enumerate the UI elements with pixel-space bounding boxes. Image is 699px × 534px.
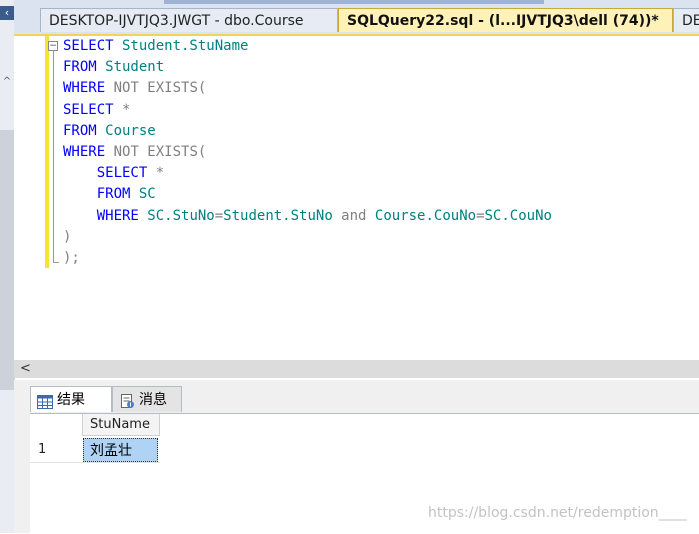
tab-messages[interactable]: 消息 — [112, 386, 182, 412]
code-token: WHERE — [63, 80, 106, 97]
tab-results-label: 结果 — [57, 392, 85, 408]
outline-end — [53, 262, 59, 263]
tab-results[interactable]: 结果 — [30, 386, 112, 412]
code-line[interactable]: WHERE NOT EXISTS( — [63, 142, 552, 163]
code-token: SC.CouNo — [484, 207, 552, 224]
change-indicator-bar — [45, 36, 49, 268]
code-token: Course.CouNo — [374, 207, 477, 224]
code-token: SELECT — [63, 101, 114, 118]
code-token: SELECT — [96, 165, 148, 182]
code-token: Student.StuName — [113, 38, 249, 54]
grid-cell-selected[interactable]: 刘孟壮 — [83, 438, 158, 462]
code-token: FROM — [96, 186, 131, 203]
code-token: * — [147, 165, 165, 182]
watermark: https://blog.csdn.net/redemption____ — [428, 505, 687, 521]
code-token: * — [113, 101, 131, 118]
code-token: NOT EXISTS( — [105, 143, 207, 160]
tab-label: DESK — [682, 13, 699, 29]
row-divider — [30, 462, 160, 463]
tab-bar-accent — [164, 0, 544, 4]
sql-editor[interactable]: − SELECT Student.StuName FROM Student WHER… — [14, 36, 699, 360]
code-token: FROM — [63, 59, 97, 76]
code-token: NOT EXISTS( — [105, 80, 207, 97]
outline-line — [53, 51, 54, 262]
code-token: WHERE — [63, 143, 106, 160]
collapse-icon[interactable]: − — [48, 41, 58, 51]
tab-sqlquery22[interactable]: SQLQuery22.sql - (l...IJVTJQ3\dell (74))… — [338, 8, 673, 32]
code-token: Course — [96, 122, 156, 139]
code-line[interactable]: FROM Course — [63, 121, 552, 142]
document-tab-bar: DESKTOP-IJVTJQ3.JWGT - dbo.Course SQLQue… — [14, 0, 699, 36]
chevron-left-icon[interactable]: ‹ — [0, 6, 14, 20]
code-line[interactable]: SELECT * — [63, 163, 552, 184]
tab-desktop-truncated[interactable]: DESK — [673, 8, 699, 32]
code-token: FROM — [63, 122, 97, 139]
code-line[interactable]: FROM SC — [63, 184, 552, 205]
code-line[interactable]: FROM Student — [63, 57, 552, 78]
tab-course-table[interactable]: DESKTOP-IJVTJQ3.JWGT - dbo.Course — [40, 8, 338, 32]
code-line[interactable]: SELECT Student.StuName — [63, 36, 552, 57]
code-line[interactable]: SELECT * — [63, 100, 552, 121]
code-token: Student — [96, 59, 165, 76]
scroll-up-icon[interactable]: ^ — [0, 76, 14, 87]
code-token: SC — [130, 186, 156, 203]
code-token: SC.StuNo — [138, 207, 215, 224]
code-token: and — [332, 207, 375, 224]
code-token: ); — [63, 249, 80, 266]
code-token: SELECT — [63, 38, 114, 54]
code-line[interactable]: WHERE NOT EXISTS( — [63, 78, 552, 99]
code-token: WHERE — [96, 207, 139, 224]
column-header-stuname[interactable]: StuName — [82, 414, 160, 436]
code-token: ) — [63, 228, 72, 245]
tab-label: SQLQuery22.sql - (l...IJVTJQ3\dell (74))… — [347, 13, 659, 29]
vertical-scrollbar-thumb[interactable] — [0, 130, 14, 390]
tab-label: DESKTOP-IJVTJQ3.JWGT - dbo.Course — [49, 13, 304, 29]
code-text[interactable]: SELECT Student.StuName FROM Student WHERE … — [63, 36, 552, 269]
scroll-left-icon[interactable]: < — [20, 360, 31, 378]
code-line[interactable]: ); — [63, 248, 552, 269]
code-token: Student.StuNo — [223, 207, 333, 224]
object-explorer-edge: ‹ ^ — [0, 0, 15, 533]
code-line[interactable]: ) — [63, 227, 552, 248]
code-token: = — [476, 207, 485, 224]
code-line[interactable]: WHERE SC.StuNo=Student.StuNo and Course.… — [63, 206, 552, 227]
code-token: = — [214, 207, 224, 224]
horizontal-scrollbar[interactable]: < — [14, 360, 699, 378]
row-number[interactable]: 1 — [38, 442, 46, 457]
tab-messages-label: 消息 — [139, 392, 167, 408]
